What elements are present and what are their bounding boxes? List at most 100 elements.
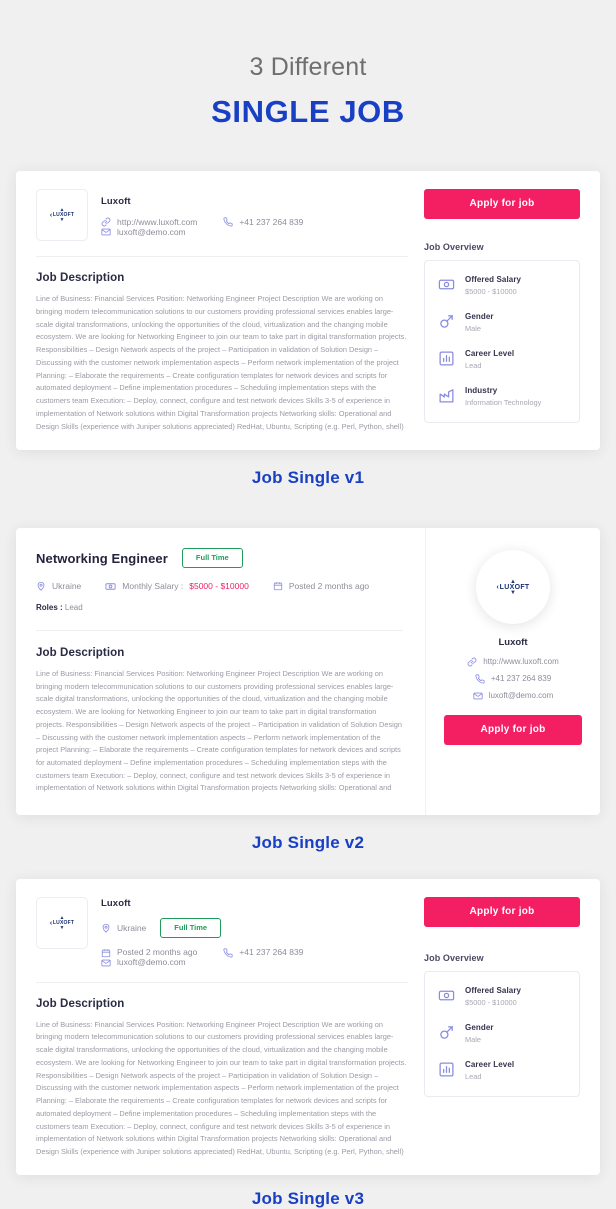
apply-for-job-button[interactable]: Apply for job (444, 715, 582, 746)
career-level-icon (439, 351, 454, 366)
page-title: SINGLE JOB (211, 94, 405, 130)
company-email[interactable]: luxoft@demo.com (101, 227, 186, 237)
salary-icon (105, 583, 116, 590)
company-email[interactable]: luxoft@demo.com (101, 958, 186, 968)
company-email-text: luxoft@demo.com (117, 957, 186, 968)
job-salary: Monthly Salary : $5000 - $10000 (105, 581, 249, 592)
caption-v1: Job Single v1 (251, 468, 365, 488)
company-phone[interactable]: +41 237 264 839 (223, 217, 303, 227)
v2-title-row: Networking Engineer Full Time (36, 548, 403, 568)
job-title: Networking Engineer (36, 550, 168, 566)
job-description-title: Job Description (36, 646, 125, 659)
salary-icon (438, 990, 455, 1001)
company-email-text: luxoft@demo.com (488, 691, 554, 701)
job-roles-label: Roles : (36, 602, 63, 612)
overview-value: Information Technology (465, 397, 542, 407)
job-single-v1-section: ▲ ‹ LUXOFT ▼ Luxoft http://www.luxoft.com (16, 171, 600, 488)
overview-item-career-level: Career Level Lead (438, 1060, 566, 1082)
gender-icon (440, 1026, 453, 1039)
v1-contact-row: http://www.luxoft.com +41 237 264 839 lu… (101, 217, 408, 237)
luxoft-logo-icon: ▲ ‹ LUXOFT ▼ (49, 206, 75, 223)
job-description-title: Job Description (36, 997, 125, 1010)
job-card-v1: ▲ ‹ LUXOFT ▼ Luxoft http://www.luxoft.com (16, 171, 600, 451)
caption-v3: Job Single v3 (251, 1188, 365, 1208)
job-description-text: Line of Business: Financial Services Pos… (36, 294, 407, 431)
calendar-icon (273, 582, 282, 591)
job-type-badge[interactable]: Full Time (160, 918, 222, 938)
company-email-text: luxoft@demo.com (117, 226, 186, 237)
overview-value: $5000 - $10000 (465, 287, 517, 297)
v2-contact-list: http://www.luxoft.com +41 237 264 839 lu… (444, 657, 582, 701)
v2-description-block: Job Description Line of Business: Financ… (36, 631, 403, 795)
overview-value: $5000 - $10000 (465, 998, 517, 1008)
v3-description-block: Job Description Line of Business: Financ… (36, 983, 408, 1159)
company-phone-text: +41 237 264 839 (490, 674, 552, 684)
overview-label: Gender (465, 1023, 494, 1033)
job-location: Ukraine (101, 923, 146, 933)
company-website-text: http://www.luxoft.com (117, 216, 198, 227)
overview-label: Offered Salary (465, 275, 522, 285)
company-email[interactable]: luxoft@demo.com (473, 691, 554, 701)
envelope-icon (101, 228, 111, 236)
link-icon (101, 217, 111, 227)
v1-company-header: ▲ ‹ LUXOFT ▼ Luxoft http://www.luxoft.com (36, 189, 408, 242)
v2-main-column: Networking Engineer Full Time Ukraine Mo… (16, 528, 425, 815)
company-website-link[interactable]: http://www.luxoft.com (101, 217, 197, 227)
apply-for-job-button[interactable]: Apply for job (424, 897, 580, 928)
v3-company-header: ▲ ‹ LUXOFT ▼ Luxoft Ukraine Full Time Po… (36, 897, 408, 968)
phone-icon (223, 217, 233, 227)
job-card-v3: ▲ ‹ LUXOFT ▼ Luxoft Ukraine Full Time Po… (16, 879, 600, 1175)
luxoft-logo-icon: ▲ ‹ LUXOFT ▼ (49, 914, 75, 931)
company-phone[interactable]: +41 237 264 839 (475, 674, 551, 684)
overview-item-industry: Industry Information Technology (438, 386, 566, 408)
page-heading: 3 Different SINGLE JOB (0, 0, 616, 130)
job-single-v2-section: Networking Engineer Full Time Ukraine Mo… (16, 528, 600, 853)
job-roles-value: Lead (64, 602, 83, 612)
career-level-icon (439, 1062, 454, 1077)
overview-item-gender: Gender Male (438, 312, 566, 334)
job-type-badge[interactable]: Full Time (181, 548, 243, 568)
overview-label: Industry (465, 385, 498, 395)
company-logo: ▲ ‹ LUXOFT ▼ (36, 897, 88, 950)
overview-label: Gender (465, 312, 494, 322)
company-name: Luxoft (101, 898, 131, 910)
job-posted-text: Posted 2 months ago (117, 947, 198, 958)
job-posted: Posted 2 months ago (273, 581, 369, 591)
company-logo: ▲ ‹ LUXOFT ▼ (476, 550, 550, 625)
chevron-up-icon: ▲ (510, 578, 516, 585)
overview-label: Career Level (465, 349, 515, 358)
overview-item-career-level: Career Level Lead (438, 349, 566, 371)
job-location: Ukraine (36, 581, 82, 592)
job-overview-title: Job Overview (424, 953, 484, 964)
company-website-text: http://www.luxoft.com (483, 657, 559, 667)
chevron-up-icon: ▲ (59, 914, 65, 921)
apply-for-job-button[interactable]: Apply for job (424, 189, 580, 220)
v1-description-block: Job Description Line of Business: Financ… (36, 257, 408, 433)
v3-main-column: ▲ ‹ LUXOFT ▼ Luxoft Ukraine Full Time Po… (36, 897, 408, 1159)
v1-sidebar: Apply for job Job Overview Offered Salar… (408, 189, 580, 433)
job-overview-panel: Offered Salary $5000 - $10000 Gender Mal… (424, 971, 580, 1097)
job-location-text: Ukraine (52, 581, 82, 592)
overview-item-gender: Gender Male (438, 1023, 566, 1045)
company-phone[interactable]: +41 237 264 839 (223, 948, 303, 958)
overview-value: Male (465, 1035, 482, 1045)
caption-v2: Job Single v2 (251, 833, 365, 853)
overview-label: Career Level (465, 1059, 515, 1069)
v3-location-row: Ukraine Full Time (101, 918, 408, 938)
company-logo: ▲ ‹ LUXOFT ▼ (36, 189, 88, 242)
job-overview-panel: Offered Salary $5000 - $10000 Gender Mal… (424, 260, 580, 423)
chevron-down-icon: ▼ (510, 589, 516, 596)
page-subtitle: 3 Different (249, 53, 367, 81)
company-phone-text: +41 237 264 839 (239, 947, 304, 958)
company-website-link[interactable]: http://www.luxoft.com (467, 657, 559, 667)
job-posted-text: Posted 2 months ago (288, 581, 370, 592)
industry-icon (439, 389, 454, 403)
phone-icon (475, 674, 485, 684)
v2-sidebar: ▲ ‹ LUXOFT ▼ Luxoft http://www.luxoft.com… (425, 528, 600, 816)
salary-icon (438, 279, 455, 290)
chevron-down-icon: ▼ (59, 924, 65, 931)
overview-value: Lead (465, 1071, 482, 1081)
calendar-icon (101, 948, 111, 957)
job-location-text: Ukraine (117, 922, 147, 933)
gender-icon (440, 315, 453, 328)
